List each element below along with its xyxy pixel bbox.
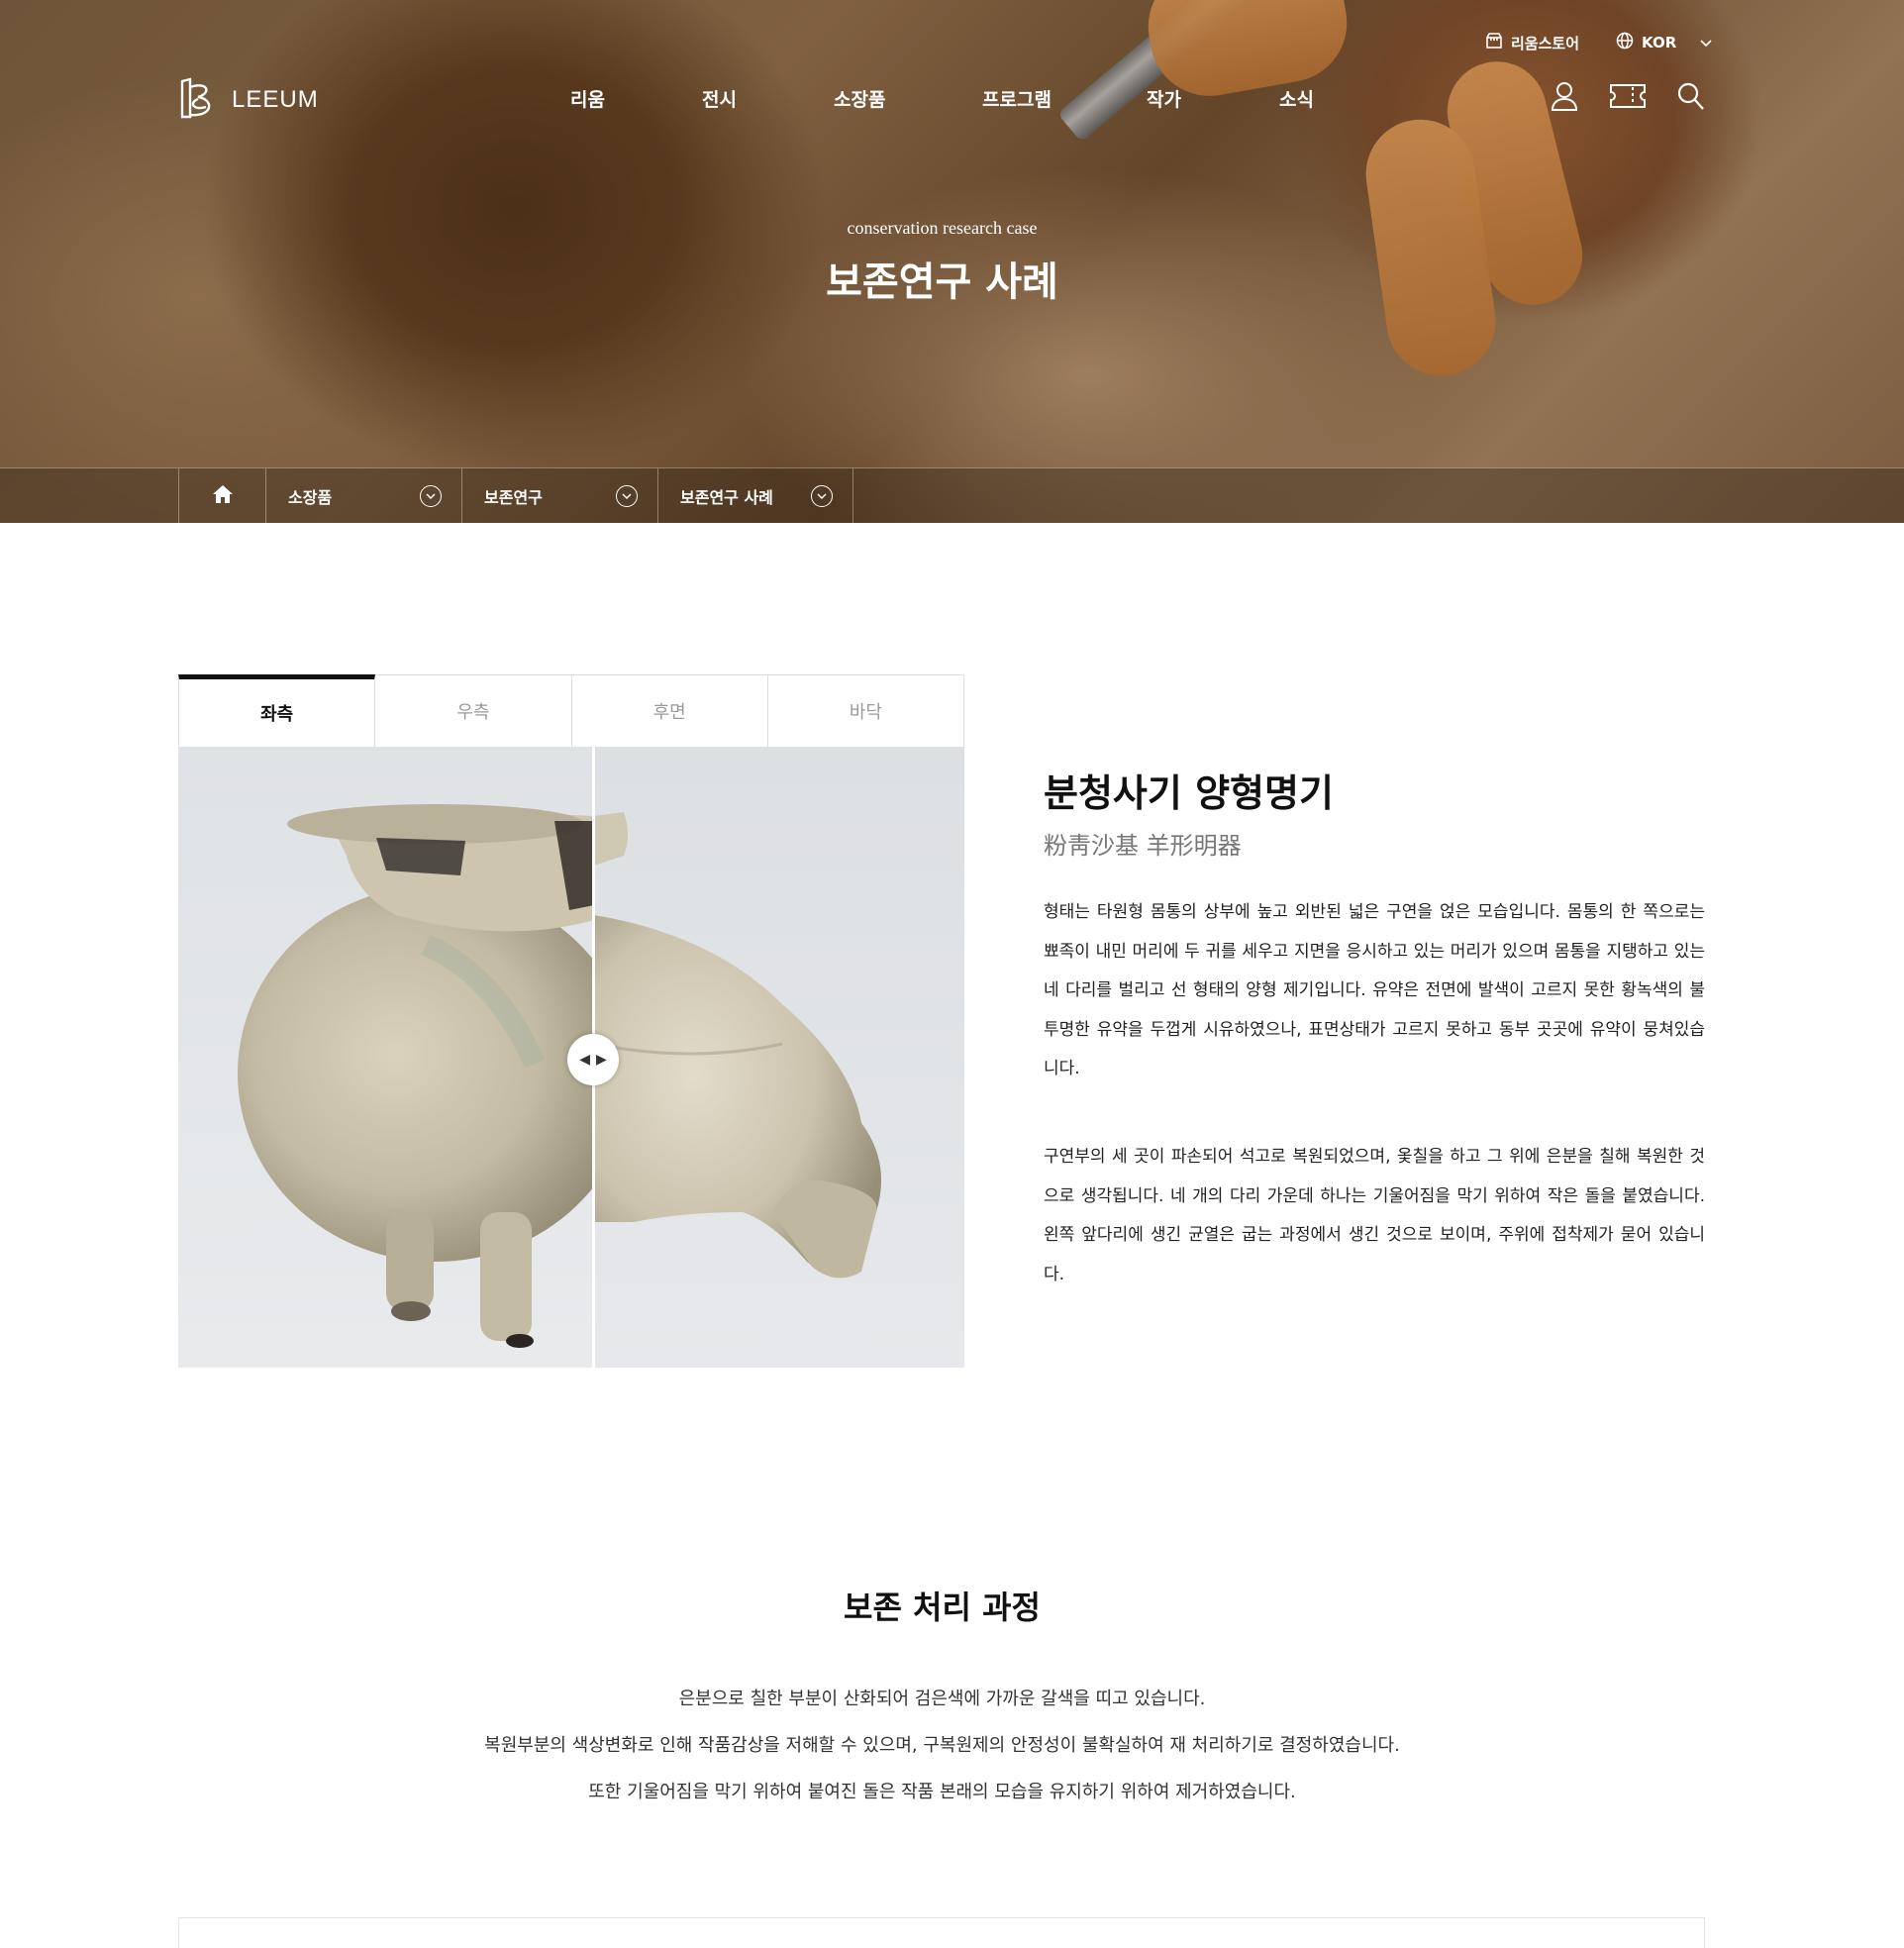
object-description-1: 형태는 타원형 몸통의 상부에 높고 외반된 넓은 구연을 얹은 모습입니다. … (1044, 902, 1705, 1078)
view-tabs: 좌측 우측 후면 바닥 (178, 674, 964, 748)
chevron-down-icon (420, 485, 442, 507)
compare-handle[interactable]: ◀ ▶ (567, 1034, 619, 1085)
chevron-down-icon (811, 485, 833, 507)
section-title: 보존 처리 과정 (844, 1589, 1041, 1626)
after-image (594, 747, 964, 1368)
store-icon (1485, 32, 1503, 53)
process-text-line: 또한 기울어짐을 막기 위하여 붙여진 돌은 작품 본래의 모습을 유지하기 위… (588, 1782, 1296, 1802)
tab-back[interactable]: 후면 (571, 674, 768, 748)
search-icon[interactable] (1677, 81, 1705, 115)
breadcrumb-label: 소장품 (288, 488, 333, 507)
ticket-icon[interactable] (1609, 81, 1647, 115)
tab-left[interactable]: 좌측 (178, 674, 376, 748)
arrow-left-icon: ◀ (579, 1052, 590, 1068)
object-title: 분청사기 양형명기 (1044, 771, 1334, 815)
breadcrumb-research[interactable]: 보존연구 (461, 468, 657, 523)
vessel-illustration-before (238, 804, 594, 1348)
object-description-2: 구연부의 세 곳이 파손되어 석고로 복원되었으며, 옻칠을 하고 그 위에 은… (1044, 1147, 1705, 1284)
breadcrumb: 소장품 보존연구 보존연구 사례 (0, 467, 1904, 523)
nav-item-program[interactable]: 프로그램 (982, 85, 1052, 112)
home-icon (212, 484, 234, 508)
breadcrumb-label: 보존연구 (484, 488, 543, 507)
before-after-compare[interactable]: ◀ ▶ (178, 747, 964, 1368)
arrow-right-icon: ▶ (596, 1052, 607, 1068)
nav-item-artist[interactable]: 작가 (1147, 85, 1181, 112)
globe-icon (1616, 32, 1634, 53)
content-box (178, 1917, 1705, 1948)
nav-item-leeum[interactable]: 리움 (570, 85, 605, 112)
breadcrumb-case[interactable]: 보존연구 사례 (657, 468, 853, 523)
page-title: 보존연구 사례 (826, 258, 1058, 305)
process-text-line: 은분으로 칠한 부분이 산화되어 검은색에 가까운 갈색을 띠고 있습니다. (678, 1689, 1206, 1709)
object-hanja-title: 粉靑沙基 羊形明器 (1044, 832, 1242, 860)
store-label: 리움스토어 (1511, 34, 1580, 52)
chevron-down-icon (1700, 34, 1712, 51)
hero-banner: 리움스토어 KOR LEEUM 리움 전시 소장품 프로그램 작가 소식 con… (0, 0, 1904, 523)
user-icon[interactable] (1551, 81, 1578, 115)
language-selector[interactable]: KOR (1616, 32, 1712, 53)
process-text-line: 복원부분의 색상변화로 인해 작품감상을 저해할 수 있으며, 구복원제의 안정… (484, 1735, 1400, 1756)
vessel-illustration-after (594, 812, 881, 1279)
tab-bottom[interactable]: 바닥 (767, 674, 964, 748)
breadcrumb-collection[interactable]: 소장품 (265, 468, 461, 523)
breadcrumb-home[interactable] (178, 468, 265, 523)
breadcrumb-label: 보존연구 사례 (680, 488, 773, 507)
language-label: KOR (1642, 34, 1677, 51)
nav-item-exhibition[interactable]: 전시 (702, 85, 737, 112)
before-image (178, 747, 594, 1368)
tab-right[interactable]: 우측 (375, 674, 572, 748)
chevron-down-icon (616, 485, 638, 507)
hero-subtitle: conservation research case (847, 218, 1038, 238)
nav-item-collection[interactable]: 소장품 (834, 85, 885, 112)
nav-item-news[interactable]: 소식 (1279, 85, 1314, 112)
store-link[interactable]: 리움스토어 (1485, 32, 1579, 53)
